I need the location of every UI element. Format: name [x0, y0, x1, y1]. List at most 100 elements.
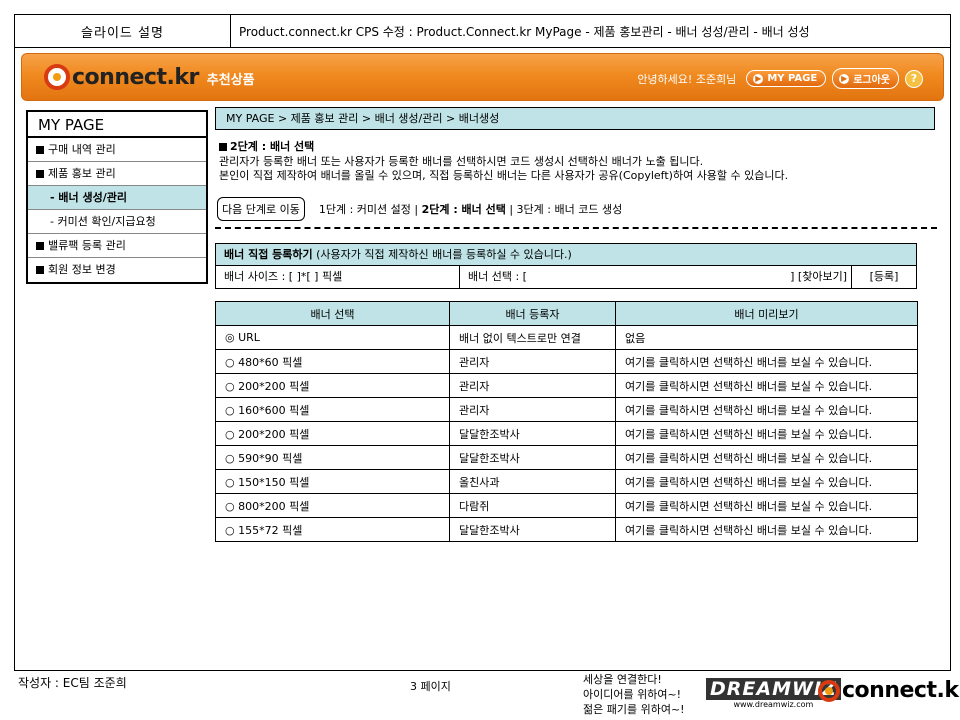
banner-size-field[interactable]: 배너 사이즈 : [ ]*[ ] 픽셀	[216, 266, 460, 288]
banner-radio[interactable]: ○ 150*150 픽셀	[215, 469, 450, 494]
header-actions: 안녕하세요! 조준희님 ▶ MY PAGE ▶ 로그아웃 ?	[637, 68, 923, 89]
register-heading-bold: 배너 직접 등록하기	[224, 248, 313, 261]
sidebar-item-banner-manage[interactable]: - 배너 생성/관리	[28, 186, 206, 210]
banner-preview-link[interactable]: 여기를 클릭하시면 선택하신 배너를 보실 수 있습니다.	[615, 493, 918, 518]
desc-line-2: 본인이 직접 제작하여 배너를 올릴 수 있으며, 직접 등록하신 배너는 다른…	[219, 169, 789, 182]
slogan: 세상을 연결한다! 아이디어를 위하여~! 젊은 패기를 위하여~!	[583, 672, 685, 717]
sidebar-item-valuepack[interactable]: 밸류팩 등록 관리	[28, 234, 206, 258]
table-row: ○ 200*200 픽셀 달달한조박사 여기를 클릭하시면 선택하신 배너를 보실 …	[215, 421, 918, 446]
banner-radio[interactable]: ○ 590*90 픽셀	[215, 445, 450, 470]
banner-owner: 달달한조박사	[449, 517, 616, 542]
banner-radio[interactable]: ○ 200*200 픽셀	[215, 373, 450, 398]
slide-title: 슬라이드 설명	[15, 15, 231, 47]
banner-preview-link[interactable]: 없음	[615, 325, 918, 350]
sidebar-item-purchase-history[interactable]: 구매 내역 관리	[28, 138, 206, 162]
slide-frame: 슬라이드 설명 Product.connect.kr CPS 수정 : Prod…	[14, 14, 951, 671]
next-step-button[interactable]: 다음 단계로 이동	[217, 197, 305, 221]
browse-button[interactable]: ] [찾아보기]	[790, 266, 847, 288]
banner-owner: 배너 없이 텍스트로만 연결	[449, 325, 616, 350]
banner-owner: 달달한조박사	[449, 445, 616, 470]
banner-preview-link[interactable]: 여기를 클릭하시면 선택하신 배너를 보실 수 있습니다.	[615, 373, 918, 398]
main-content: MY PAGE > 제품 홍보 관리 > 배너 생성/관리 > 배너생성 2단계…	[215, 107, 937, 542]
mypage-button[interactable]: ▶ MY PAGE	[746, 70, 827, 87]
footer-connect-logo: connect.kr	[818, 678, 960, 703]
sidebar: MY PAGE 구매 내역 관리 제품 홍보 관리 - 배너 생성/관리 - 커…	[26, 110, 208, 284]
dashed-divider	[215, 227, 937, 229]
banner-file-field[interactable]: 배너 선택 : [ ] [찾아보기]	[460, 266, 852, 288]
site-header: connect.kr 추천상품 안녕하세요! 조준희님 ▶ MY PAGE ▶ …	[21, 53, 944, 101]
page-number: 3 페이지	[410, 680, 451, 693]
banner-owner: 관리자	[449, 373, 616, 398]
logo-text: connect.kr	[72, 64, 199, 90]
arrow-right-icon: ▶	[839, 73, 850, 84]
banner-preview-link[interactable]: 여기를 클릭하시면 선택하신 배너를 보실 수 있습니다.	[615, 421, 918, 446]
logout-button[interactable]: ▶ 로그아웃	[832, 68, 899, 89]
banner-radio[interactable]: ○ 155*72 픽셀	[215, 517, 450, 542]
step-title: 2단계 : 배너 선택	[219, 140, 314, 154]
register-heading: 배너 직접 등록하기 (사용자가 직접 제작하신 배너를 등록하실 수 있습니다…	[216, 244, 916, 266]
breadcrumb: MY PAGE > 제품 홍보 관리 > 배너 생성/관리 > 배너생성	[215, 107, 935, 130]
sidebar-item-commission[interactable]: - 커미션 확인/지급요청	[28, 210, 206, 234]
banner-radio[interactable]: ◎ URL	[215, 325, 450, 350]
banner-preview-link[interactable]: 여기를 클릭하시면 선택하신 배너를 보실 수 있습니다.	[615, 469, 918, 494]
slide-path: Product.connect.kr CPS 수정 : Product.Conn…	[239, 24, 810, 39]
footer-logo-text: connect.kr	[842, 678, 960, 703]
square-bullet-icon	[36, 145, 44, 154]
table-row: ○ 480*60 픽셀 관리자 여기를 클릭하시면 선택하신 배너를 보실 수 있습…	[215, 349, 918, 374]
square-bullet-icon	[219, 143, 227, 151]
sidebar-item-label: 구매 내역 관리	[48, 142, 116, 156]
slide-titlebar: 슬라이드 설명 Product.connect.kr CPS 수정 : Prod…	[15, 15, 950, 48]
square-bullet-icon	[36, 266, 44, 274]
banner-preview-link[interactable]: 여기를 클릭하시면 선택하신 배너를 보실 수 있습니다.	[615, 349, 918, 374]
sidebar-item-member-info[interactable]: 회원 정보 변경	[28, 258, 206, 282]
table-row: ○ 800*200 픽셀 다람쥐 여기를 클릭하시면 선택하신 배너를 보실 수 있…	[215, 493, 918, 518]
banner-preview-link[interactable]: 여기를 클릭하시면 선택하신 배너를 보실 수 있습니다.	[615, 397, 918, 422]
sidebar-item-label: 회원 정보 변경	[48, 263, 116, 276]
desc-line-1: 관리자가 등록한 배너 또는 사용자가 등록한 배너를 선택하시면 코드 생성시…	[219, 155, 704, 168]
banner-preview-link[interactable]: 여기를 클릭하시면 선택하신 배너를 보실 수 있습니다.	[615, 517, 918, 542]
mypage-label: MY PAGE	[767, 73, 818, 84]
banner-radio[interactable]: ○ 800*200 픽셀	[215, 493, 450, 518]
sidebar-item-label: 밸류팩 등록 관리	[48, 238, 126, 252]
banner-radio[interactable]: ○ 200*200 픽셀	[215, 421, 450, 446]
slogan-line-3: 젊은 패기를 위하여~!	[583, 703, 685, 716]
banner-radio[interactable]: ○ 160*600 픽셀	[215, 397, 450, 422]
banner-owner: 관리자	[449, 397, 616, 422]
table-row: ○ 160*600 픽셀 관리자 여기를 클릭하시면 선택하신 배너를 보실 수 있…	[215, 397, 918, 422]
banner-radio[interactable]: ○ 480*60 픽셀	[215, 349, 450, 374]
logout-label: 로그아웃	[853, 75, 890, 86]
table-row: ○ 155*72 픽셀 달달한조박사 여기를 클릭하시면 선택하신 배너를 보실 수…	[215, 517, 918, 542]
step-navigation: 다음 단계로 이동 1단계 : 커미션 설정 | 2단계 : 배너 선택 | 3…	[215, 197, 935, 221]
site-logo[interactable]: connect.kr 추천상품	[44, 64, 255, 90]
square-bullet-icon	[36, 169, 44, 178]
slogan-line-1: 세상을 연결한다!	[583, 673, 662, 686]
logo-tagline: 추천상품	[206, 72, 255, 88]
sidebar-item-product-promotion[interactable]: 제품 홍보 관리	[28, 162, 206, 186]
step-progress: 1단계 : 커미션 설정 | 2단계 : 배너 선택 | 3단계 : 배너 코드…	[319, 201, 622, 217]
step-3-label: | 3단계 : 배너 코드 생성	[509, 203, 623, 216]
help-icon[interactable]: ?	[905, 69, 923, 88]
slide-footer: 작성자 : EC팀 조준희 3 페이지 세상을 연결한다! 아이디어를 위하여~…	[0, 672, 960, 720]
col-header-select: 배너 선택	[215, 301, 450, 326]
col-header-owner: 배너 등록자	[449, 301, 616, 326]
banner-preview-link[interactable]: 여기를 클릭하시면 선택하신 배너를 보실 수 있습니다.	[615, 445, 918, 470]
register-heading-note: (사용자가 직접 제작하신 배너를 등록하실 수 있습니다.)	[312, 248, 572, 261]
banner-file-label: 배너 선택 : [	[468, 270, 527, 283]
banner-owner: 다람쥐	[449, 493, 616, 518]
step-title-text: 2단계 : 배너 선택	[230, 140, 315, 153]
sidebar-item-label: - 커미션 확인/지급요청	[50, 214, 156, 228]
banner-table: 배너 선택 배너 등록자 배너 미리보기 ◎ URL 배너 없이 텍스트로만 연결…	[215, 301, 918, 542]
register-button[interactable]: [등록]	[852, 266, 916, 288]
slogan-line-2: 아이디어를 위하여~!	[583, 688, 682, 701]
banner-owner: 관리자	[449, 349, 616, 374]
sidebar-item-label: - 배너 생성/관리	[50, 190, 127, 204]
author-text: 작성자 : EC팀 조준희	[18, 676, 127, 690]
step-2-label: 2단계 : 배너 선택	[421, 203, 506, 216]
greeting-text: 안녕하세요! 조준희님	[637, 72, 737, 86]
connect-logo-icon	[44, 64, 70, 90]
connect-logo-icon	[818, 679, 840, 702]
banner-owner: 달달한조박사	[449, 421, 616, 446]
table-row: ◎ URL 배너 없이 텍스트로만 연결 없음	[215, 325, 918, 350]
table-row: ○ 590*90 픽셀 달달한조박사 여기를 클릭하시면 선택하신 배너를 보실 수…	[215, 445, 918, 470]
square-bullet-icon	[36, 241, 44, 250]
